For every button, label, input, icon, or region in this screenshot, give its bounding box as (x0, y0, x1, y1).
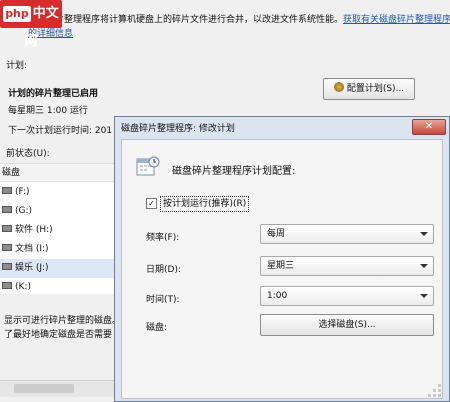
schedule-status-title: 计划的碎片整理已启用 (8, 89, 99, 99)
calendar-clock-icon (136, 156, 160, 176)
disk-column-header[interactable]: 磁盘 (0, 164, 116, 182)
checkbox-box[interactable]: ✓ (146, 198, 157, 209)
disk-label: 文档 (I:) (15, 244, 49, 254)
day-value: 星期三 (267, 261, 295, 271)
current-status-label: 前状态(U): (6, 149, 50, 159)
learn-more-link[interactable]: 获取有关磁盘碎片整理程序 (343, 15, 450, 25)
logo-php: php (3, 6, 31, 22)
configure-schedule-button[interactable]: 配置计划(S)... (323, 78, 415, 100)
day-label: 日期(D): (146, 265, 181, 275)
day-dropdown[interactable]: 星期三 (260, 256, 434, 276)
drive-icon (2, 263, 12, 270)
time-label: 时间(T): (146, 295, 180, 305)
disk-label: (K:) (15, 282, 31, 292)
disk-row[interactable]: 文档 (I:) (0, 240, 116, 259)
chevron-down-icon (420, 232, 428, 236)
time-value: 1:00 (267, 291, 288, 301)
disk-label: 娱乐 (J:) (15, 263, 49, 273)
dialog-heading: 磁盘碎片整理程序计划配置: (172, 166, 296, 177)
disk-row[interactable]: (G:) (0, 202, 116, 221)
modify-schedule-dialog: 磁盘碎片整理程序: 修改计划 ✕ 磁盘碎片整理程序计划配置: ✓ 按计划运行(推… (114, 116, 450, 402)
horizontal-scrollbar[interactable] (0, 380, 116, 397)
checkbox-label[interactable]: 按计划运行(推荐)(R) (160, 196, 250, 212)
drive-icon (2, 187, 12, 194)
description-text: 磁盘碎片整理程序将计算机硬盘上的碎片文件进行合并，以改进文件系统性能。获取有关磁… (28, 15, 450, 25)
disk-label: (G:) (15, 206, 33, 216)
disk-row-selected[interactable]: 娱乐 (J:) (0, 259, 116, 278)
dialog-title: 磁盘碎片整理程序: 修改计划 (121, 124, 235, 134)
schedule-next-run: 下一次计划运行时间: 201 (8, 126, 113, 136)
disk-row[interactable]: (K:) (0, 278, 116, 297)
disk-label: (F:) (15, 187, 30, 197)
time-dropdown[interactable]: 1:00 (260, 286, 434, 306)
chevron-down-icon (420, 294, 428, 298)
shield-icon (333, 82, 344, 92)
disk-list[interactable]: 磁盘 (F:) (G:) 软件 (H:) 文档 (I:) 娱乐 (J:) (K:… (0, 163, 116, 294)
close-button[interactable]: ✕ (412, 119, 446, 135)
run-on-schedule-checkbox[interactable]: ✓ 按计划运行(推荐)(R) (146, 196, 254, 212)
dialog-body: 磁盘碎片整理程序计划配置: ✓ 按计划运行(推荐)(R) 频率(F): 每周 日… (121, 139, 443, 399)
disk-row[interactable]: (F:) (0, 183, 116, 202)
schedule-section-label: 计划: (6, 61, 28, 71)
scrollbar-thumb[interactable] (14, 384, 74, 393)
frequency-label: 频率(F): (146, 233, 180, 243)
resize-grip-icon[interactable] (412, 376, 444, 400)
drive-icon (2, 206, 12, 213)
drive-icon (2, 282, 12, 289)
chevron-down-icon (420, 264, 428, 268)
select-disks-button[interactable]: 选择磁盘(S)... (260, 314, 434, 336)
disk-label: 磁盘: (146, 323, 168, 333)
site-watermark-logo: php 中文网 (0, 0, 62, 49)
status-info-line2: 了最好地确定磁盘是否需要 (4, 330, 113, 340)
configure-schedule-label: 配置计划(S)... (346, 84, 405, 94)
disk-row[interactable]: 软件 (H:) (0, 221, 116, 240)
drive-icon (2, 244, 12, 251)
disk-label: 软件 (H:) (15, 225, 53, 235)
frequency-value: 每周 (267, 229, 286, 239)
status-info-line1: 显示可进行碎片整理的磁盘。 (4, 316, 122, 326)
drive-icon (2, 225, 12, 232)
schedule-run-time: 每星期三 1:00 运行 (8, 106, 88, 116)
frequency-dropdown[interactable]: 每周 (260, 224, 434, 244)
